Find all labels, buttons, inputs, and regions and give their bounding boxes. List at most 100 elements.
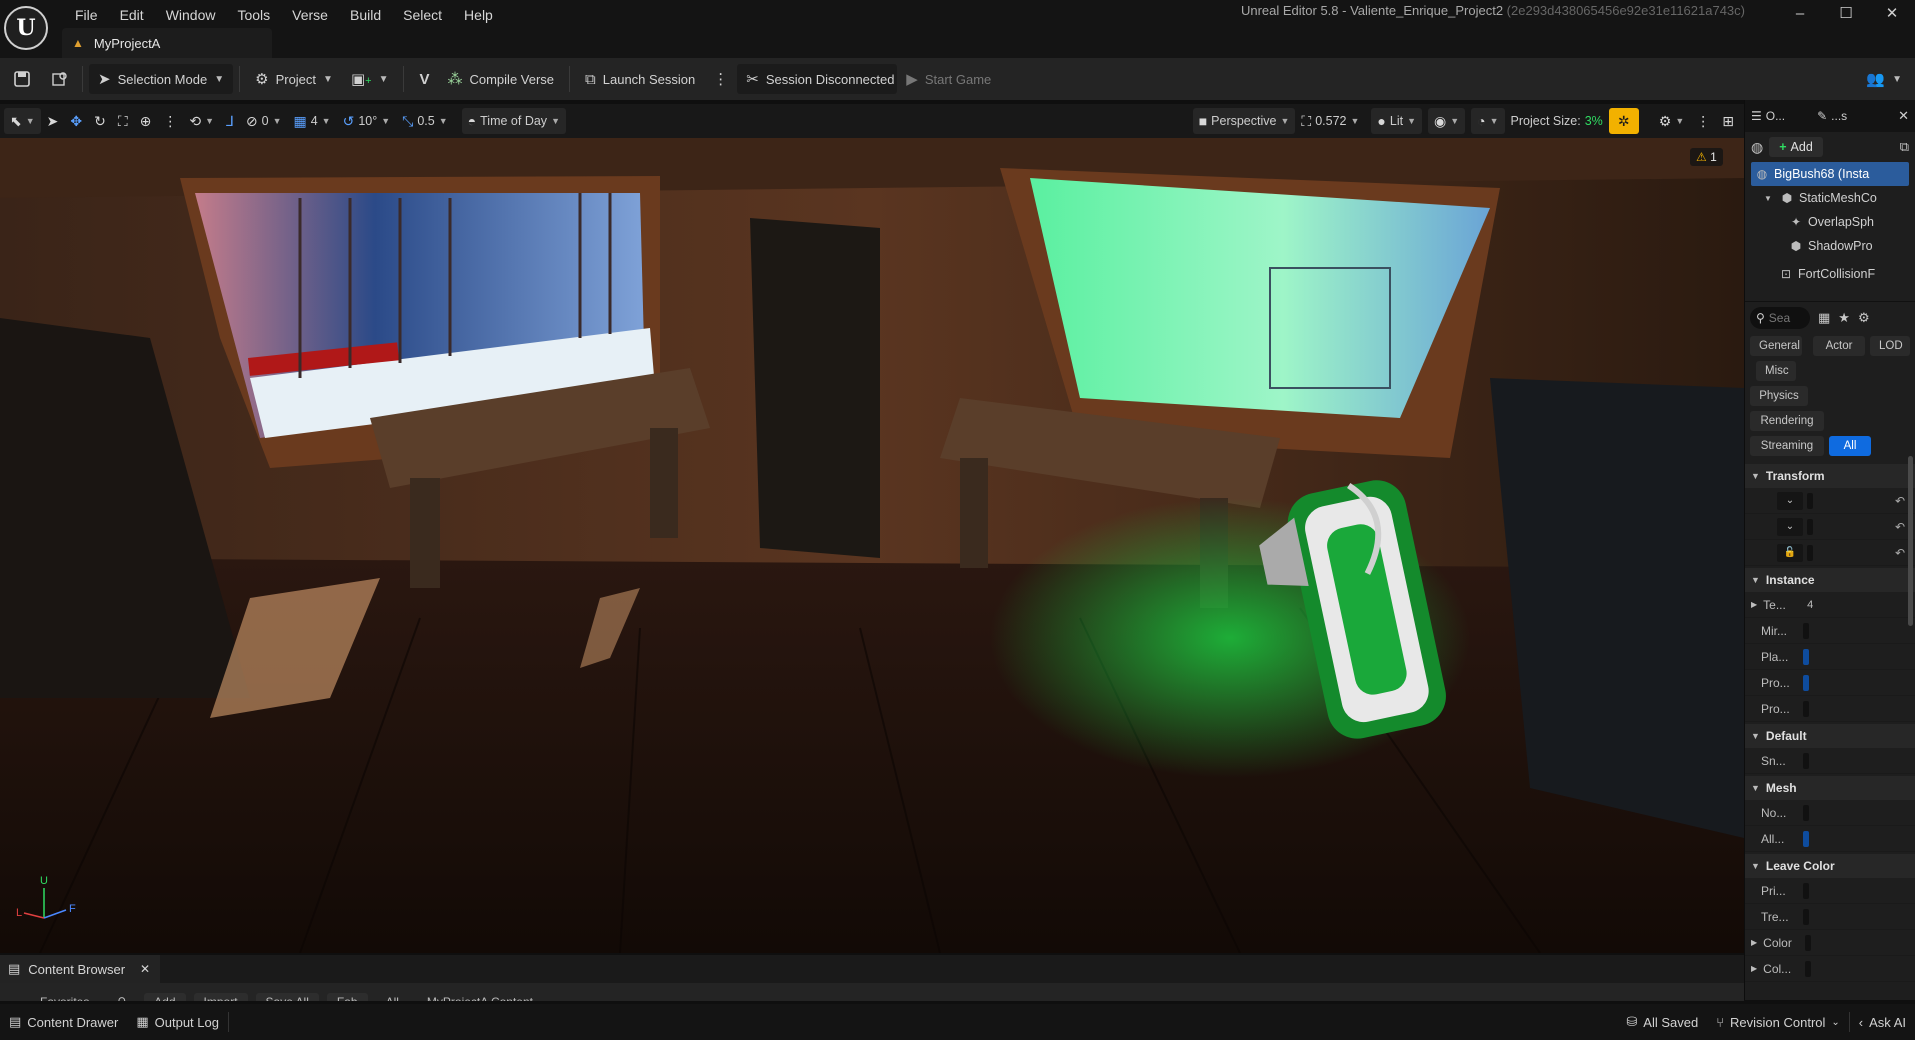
minimize-button[interactable]: – <box>1777 0 1823 28</box>
add-component-button[interactable]: + Add <box>1769 137 1823 157</box>
unreal-logo[interactable]: U <box>4 6 48 50</box>
scale-snap-dropdown[interactable]: ⤡ 0.5 ▼ <box>396 108 454 134</box>
launch-session-button[interactable]: ⧉ Launch Session <box>576 64 704 94</box>
filter-physics[interactable]: Physics <box>1750 386 1808 406</box>
session-status-button[interactable]: ✂ Session Disconnected <box>737 64 898 94</box>
expand-arrow-icon[interactable]: ▶ <box>1751 938 1757 947</box>
section-default[interactable]: ▼ Default <box>1745 724 1915 748</box>
layout-button[interactable]: ⊞ <box>1716 108 1740 134</box>
select-tool-dropdown[interactable]: ⬉ ▼ <box>4 108 41 134</box>
camera-speed-dropdown[interactable]: ⛶ 0.572 ▼ <box>1295 108 1365 134</box>
content-browser-tab[interactable]: ▤ Content Browser ✕ <box>0 955 160 983</box>
save-icon[interactable] <box>6 63 38 95</box>
content-browse-icon[interactable] <box>44 63 76 95</box>
cb-fab-button[interactable]: Fab <box>326 993 368 1001</box>
prop-value-field[interactable] <box>1805 960 1812 977</box>
cb-import-button[interactable]: Import <box>193 993 248 1001</box>
prop-value-field[interactable] <box>1803 700 1809 717</box>
tree-row-overlap-sphere[interactable]: ✦ OverlapSph <box>1745 210 1915 234</box>
scale-value[interactable] <box>1807 544 1813 561</box>
maximize-button[interactable]: ☐ <box>1823 0 1869 28</box>
blueprint-icon[interactable]: ⧉ <box>1900 139 1909 155</box>
table-view-icon[interactable]: ▦ <box>1818 310 1830 326</box>
perspective-dropdown[interactable]: ■ Perspective ▼ <box>1192 108 1296 134</box>
menu-select[interactable]: Select <box>392 5 453 25</box>
viewport-more-button[interactable]: ⋮ <box>157 108 183 134</box>
collaborators-button[interactable]: 👥 ▼ <box>1857 64 1911 94</box>
scale-mode-button[interactable]: ⛶ <box>112 108 134 134</box>
section-transform[interactable]: ▼ Transform <box>1745 464 1915 488</box>
cb-add-button[interactable]: Add <box>144 993 186 1001</box>
all-saved-indicator[interactable]: ⛁ All Saved <box>1617 1009 1707 1035</box>
rotation-value[interactable] <box>1807 518 1813 535</box>
grid-snap-dropdown[interactable]: ▦ 4 ▼ <box>287 108 336 134</box>
performance-dropdown[interactable]: ◔ ▼ <box>1471 108 1505 134</box>
tab-outliner[interactable]: ☰ O... <box>1751 109 1785 123</box>
reset-icon[interactable]: ↶ <box>1895 520 1905 534</box>
surface-snap-button[interactable]: ⅃ <box>220 108 240 134</box>
location-mode-dropdown[interactable]: ⌄ <box>1777 491 1803 510</box>
content-drawer-button[interactable]: ▤ Content Drawer <box>0 1009 127 1035</box>
prop-value-field[interactable] <box>1803 882 1809 899</box>
coordinate-system-button[interactable]: ⊕ <box>134 108 158 134</box>
translate-mode-button[interactable]: ✥ <box>64 108 88 134</box>
revision-control-button[interactable]: ⑂ Revision Control ⌄ <box>1707 1009 1849 1035</box>
expand-arrow-icon[interactable]: ▶ <box>1751 964 1757 973</box>
selection-mode-button[interactable]: ➤ Selection Mode ▼ <box>89 64 234 94</box>
view-mode-dropdown[interactable]: ● Lit ▼ <box>1371 108 1422 134</box>
viewport-warning-button[interactable]: ✲ <box>1608 108 1639 134</box>
expand-arrow-icon[interactable]: ▼ <box>1761 194 1775 203</box>
verse-button[interactable]: V <box>410 64 438 94</box>
ask-ai-button[interactable]: ‹ Ask AI <box>1850 1009 1915 1035</box>
section-leave-color[interactable]: ▼ Leave Color <box>1745 854 1915 878</box>
rotation-mode-dropdown[interactable]: ⌄ <box>1777 517 1803 536</box>
prop-value-field[interactable] <box>1803 908 1809 925</box>
project-size-indicator[interactable]: Project Size: 3% <box>1505 108 1609 134</box>
menu-help[interactable]: Help <box>453 5 504 25</box>
close-button[interactable]: ✕ <box>1869 0 1915 28</box>
start-game-button[interactable]: ▶ Start Game <box>897 64 1000 94</box>
tree-row-fort-collision[interactable]: ⊡ FortCollisionF <box>1745 262 1915 286</box>
scale-lock-toggle[interactable]: 🔓 <box>1777 543 1803 562</box>
details-search-input[interactable]: ⚲ Sea <box>1750 307 1810 329</box>
tree-row-root[interactable]: ◍ BigBush68 (Insta <box>1751 162 1909 186</box>
menu-build[interactable]: Build <box>339 5 392 25</box>
session-options-button[interactable]: ⋮ <box>704 64 737 94</box>
filter-misc[interactable]: Misc <box>1756 361 1796 381</box>
filter-lod[interactable]: LOD <box>1870 336 1910 356</box>
filter-general[interactable]: General <box>1750 336 1802 356</box>
reset-icon[interactable]: ↶ <box>1895 546 1905 560</box>
project-button[interactable]: ⚙ Project ▼ <box>246 64 342 94</box>
viewport-settings-dropdown[interactable]: ⚙ ▼ <box>1653 108 1690 134</box>
level-viewport[interactable]: ⚠ 1 U L F <box>0 138 1744 953</box>
prop-value-field[interactable] <box>1803 622 1809 639</box>
prop-value-field[interactable] <box>1803 674 1809 691</box>
close-icon[interactable]: ✕ <box>140 962 150 976</box>
prop-value-field[interactable] <box>1803 804 1809 821</box>
tree-row-static-mesh[interactable]: ▼ ⬢ StaticMeshCo <box>1745 186 1915 210</box>
details-scrollbar[interactable] <box>1908 456 1913 626</box>
viewport-options-button[interactable]: ⋮ <box>1690 108 1716 134</box>
section-mesh[interactable]: ▼ Mesh <box>1745 776 1915 800</box>
select-mode-button[interactable]: ➤ <box>41 108 65 134</box>
time-of-day-dropdown[interactable]: ◓ Time of Day ▼ <box>461 108 566 134</box>
location-value[interactable] <box>1807 492 1813 509</box>
search-icon[interactable]: ⚲ <box>107 993 136 1001</box>
filter-actor[interactable]: Actor <box>1813 336 1865 356</box>
close-icon[interactable]: ✕ <box>1898 108 1909 124</box>
menu-tools[interactable]: Tools <box>226 5 281 25</box>
expand-arrow-icon[interactable]: ▶ <box>1751 600 1757 609</box>
cb-path-all[interactable]: All <box>376 993 409 1001</box>
menu-edit[interactable]: Edit <box>109 5 155 25</box>
section-instance[interactable]: ▼ Instance <box>1745 568 1915 592</box>
tree-row-shadow-proxy[interactable]: ⬢ ShadowPro <box>1745 234 1915 258</box>
favorites-toggle[interactable]: Favorites <box>30 993 99 1001</box>
filter-rendering[interactable]: Rendering <box>1750 411 1824 431</box>
output-log-button[interactable]: ▦ Output Log <box>127 1009 228 1035</box>
show-flags-dropdown[interactable]: ◉ ▼ <box>1428 108 1466 134</box>
gear-icon[interactable]: ⚙ <box>1858 310 1870 326</box>
filter-all[interactable]: All <box>1829 436 1871 456</box>
prop-value-field[interactable] <box>1803 752 1809 769</box>
rotate-mode-button[interactable]: ↻ <box>88 108 112 134</box>
prop-value-field[interactable] <box>1805 934 1812 951</box>
